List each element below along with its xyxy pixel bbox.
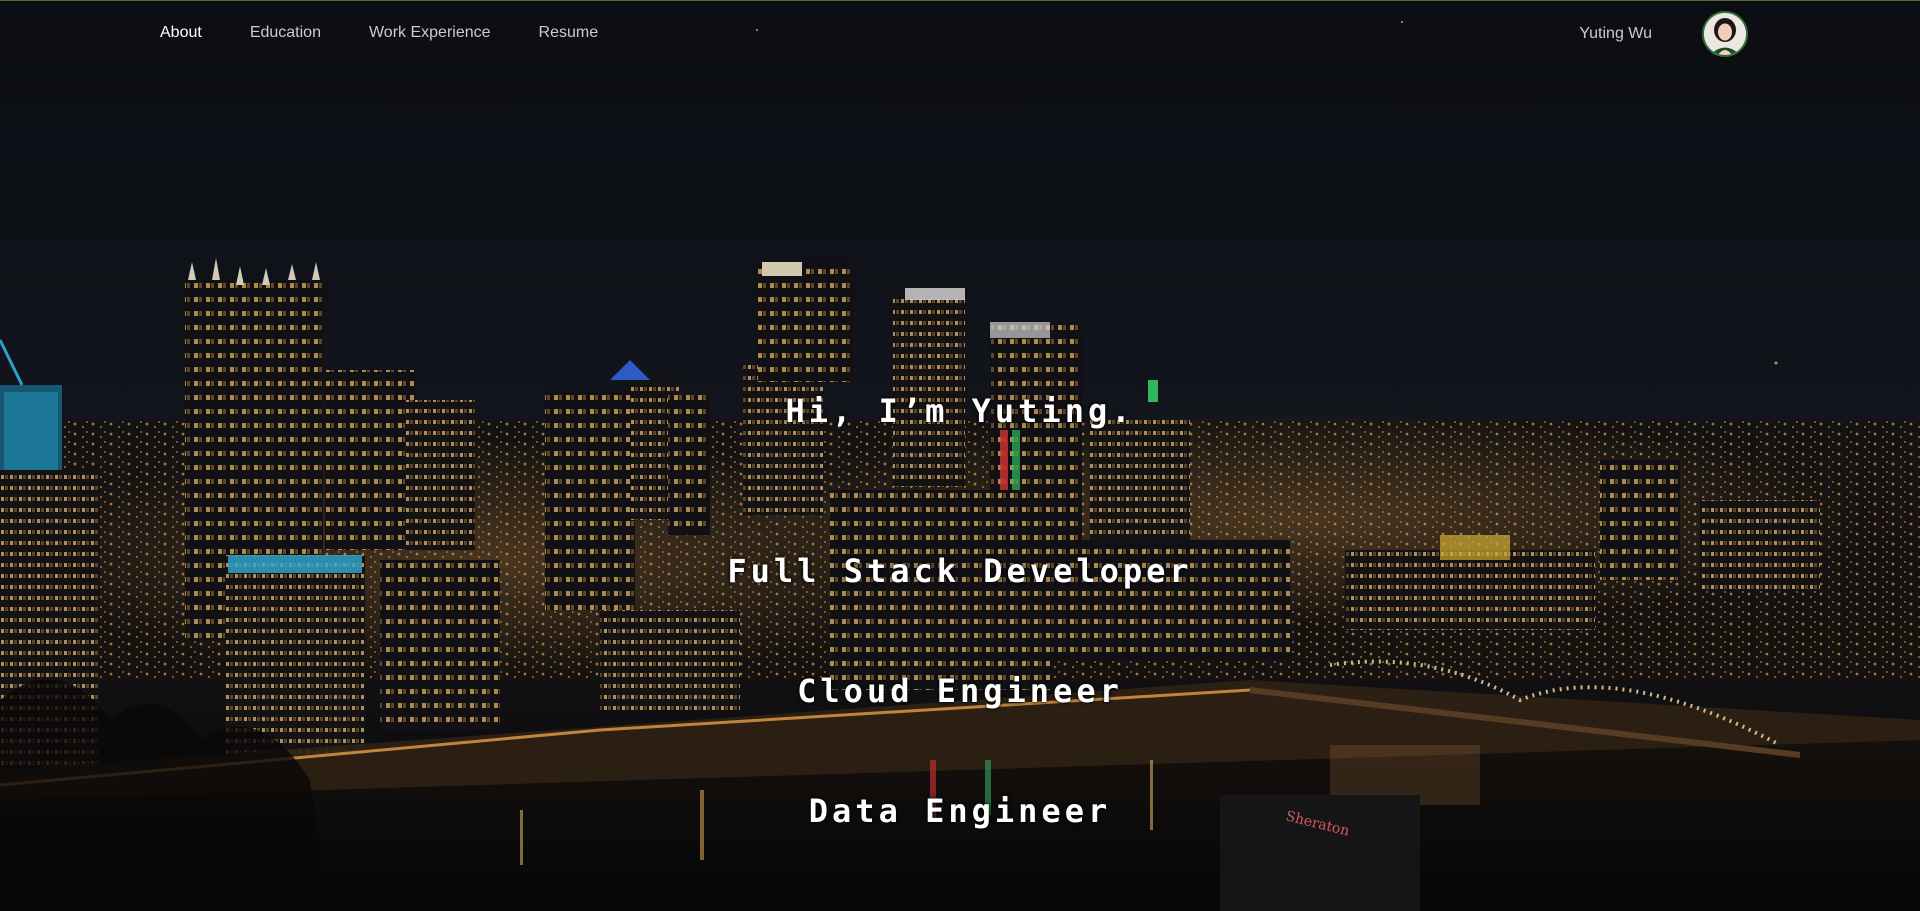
user-name[interactable]: Yuting Wu bbox=[1579, 25, 1652, 43]
profile-photo-icon bbox=[1704, 13, 1746, 55]
main-nav: About Education Work Experience Resume bbox=[160, 23, 646, 43]
page: Sheraton About Education Work Experience… bbox=[0, 0, 1920, 911]
hero-role-cloud: Cloud Engineer bbox=[797, 672, 1123, 710]
user-area: Yuting Wu bbox=[1579, 11, 1748, 57]
nav-link-work-experience[interactable]: Work Experience bbox=[369, 23, 491, 43]
nav-link-resume[interactable]: Resume bbox=[539, 23, 599, 43]
avatar[interactable] bbox=[1702, 11, 1748, 57]
hero-role-data: Data Engineer bbox=[808, 792, 1112, 830]
hero-greeting: Hi, I’m Yuting. bbox=[785, 392, 1135, 430]
hero-role-full-stack: Full Stack Developer bbox=[727, 552, 1193, 590]
nav-link-education[interactable]: Education bbox=[250, 23, 321, 43]
city-skyline-background: Sheraton bbox=[0, 0, 1920, 911]
top-navigation: About Education Work Experience Resume Y… bbox=[0, 0, 1920, 64]
nav-link-about[interactable]: About bbox=[160, 23, 202, 43]
